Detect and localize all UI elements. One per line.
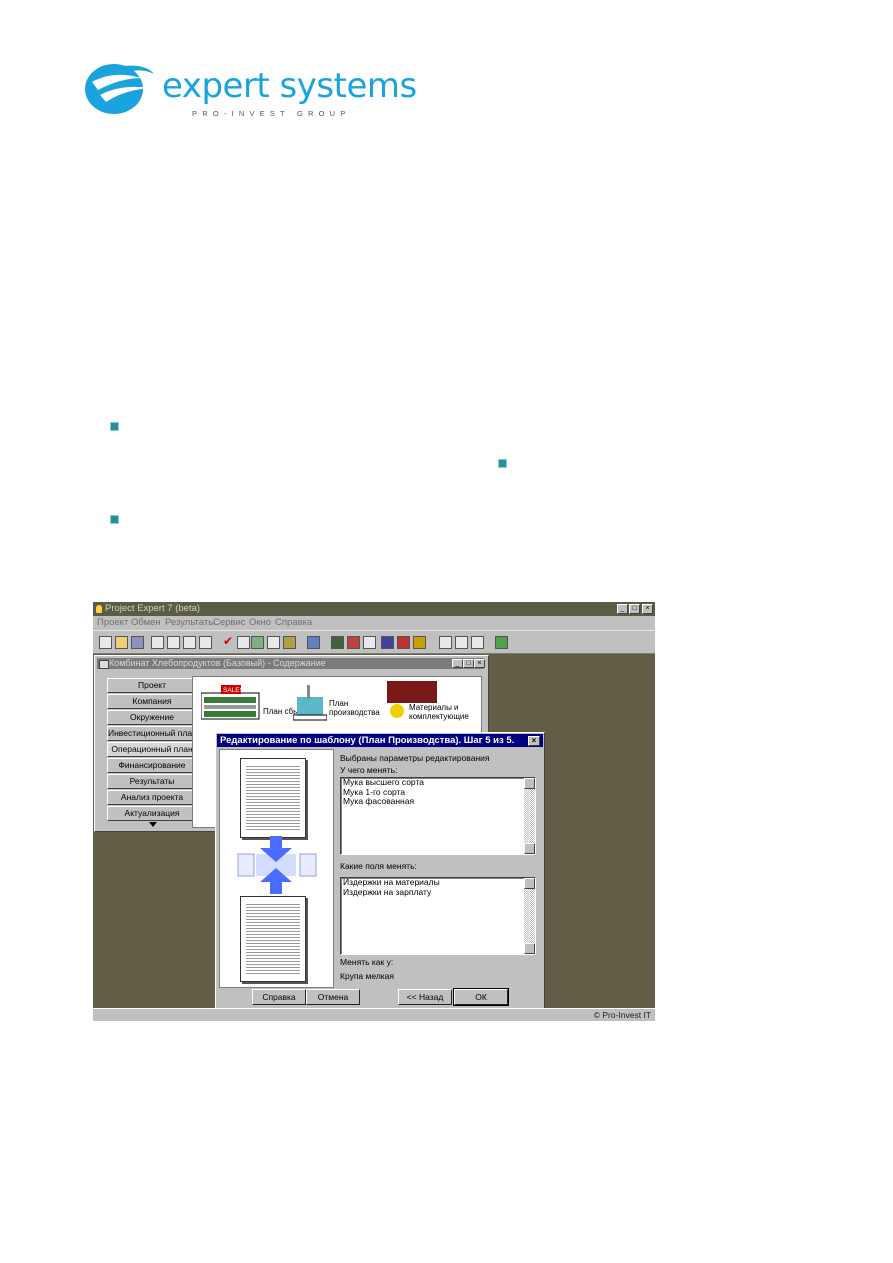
list-item[interactable]: Мука фасованная (341, 796, 535, 807)
export-icon[interactable] (397, 636, 410, 649)
content-window-title: Комбинат Хлебопродуктов (Базовый) - Соде… (109, 658, 326, 668)
print-icon[interactable] (199, 636, 212, 649)
factory-icon[interactable] (293, 683, 327, 721)
edit-icon[interactable] (183, 636, 196, 649)
check-icon[interactable]: ✔ (223, 635, 234, 647)
doc-maximize-button[interactable]: □ (463, 659, 474, 668)
menu-bar: Проект Обмен Результаты Сервис Окно Спра… (93, 616, 655, 630)
menu-exchange[interactable]: Обмен (131, 616, 161, 630)
back-button[interactable]: << Назад (398, 989, 452, 1005)
maximize-button[interactable]: □ (629, 604, 640, 614)
ok-button[interactable]: ОК (453, 988, 509, 1006)
document-icon (99, 660, 109, 669)
link-icon[interactable] (167, 636, 180, 649)
fields-listbox[interactable]: Издержки на материалы Издержки на зарпла… (340, 877, 536, 955)
bar-icon[interactable] (495, 636, 508, 649)
scroll-down-button[interactable] (524, 943, 535, 954)
selected-params-label: Выбраны параметры редактирования (340, 753, 490, 763)
table-icon[interactable] (283, 636, 296, 649)
toolbar: ✔ (93, 630, 655, 654)
dialog-close-button[interactable]: × (528, 736, 540, 746)
nav-financing[interactable]: Финансирование (107, 758, 197, 773)
app-window: Project Expert 7 (beta) _ □ × Проект Обм… (93, 602, 655, 1021)
nav-results[interactable]: Результаты (107, 774, 197, 789)
materials-label: Материалы и комплектующие (409, 703, 469, 721)
items-listbox[interactable]: Мука высшего сорта Мука 1-го сорта Мука … (340, 777, 536, 855)
menu-window[interactable]: Окно (249, 616, 271, 630)
new-file-icon[interactable] (99, 636, 112, 649)
app-bulb-icon (96, 605, 102, 613)
grid-icon[interactable] (439, 636, 452, 649)
dialog-titlebar: Редактирование по шаблону (План Производ… (217, 734, 543, 747)
sales-badge-text: SALES (223, 687, 245, 694)
scroll-down-arrow-icon[interactable] (149, 822, 157, 827)
section-nav: Проект Компания Окружение Инвестиционный… (103, 676, 197, 831)
npv-icon[interactable] (455, 636, 468, 649)
nav-project-analysis[interactable]: Анализ проекта (107, 790, 197, 805)
save-icon[interactable] (131, 636, 144, 649)
production-plan-label: План производства (329, 699, 380, 717)
copy-icon[interactable] (151, 636, 164, 649)
doc-close-button[interactable]: × (474, 659, 485, 668)
bullet-icon (498, 459, 507, 468)
scroll-up-button[interactable] (524, 778, 535, 789)
cancel-button[interactable]: Отмена (306, 989, 360, 1005)
trend-icon[interactable] (413, 636, 426, 649)
report-icon[interactable] (307, 636, 320, 649)
status-copyright: © Pro-Invest IT (593, 1010, 651, 1020)
what-to-change-label: У чего менять: (340, 765, 398, 775)
template-document-icon (240, 758, 306, 838)
menu-service[interactable]: Сервис (213, 616, 246, 630)
bullet-icon (110, 515, 119, 524)
list-item[interactable]: Издержки на зарплату (341, 887, 535, 898)
change-as-value: Крупа мелкая (340, 971, 395, 981)
app-titlebar: Project Expert 7 (beta) _ □ × (93, 602, 655, 616)
help-button[interactable]: Справка (252, 989, 306, 1005)
scroll-down-button[interactable] (524, 843, 535, 854)
open-folder-icon[interactable] (115, 636, 128, 649)
items-scrollbar[interactable] (524, 778, 535, 854)
nav-project[interactable]: Проект (107, 678, 197, 693)
logo-wordmark: expert systems (162, 66, 417, 106)
wizard-illustration (219, 749, 334, 988)
tree-icon[interactable] (267, 636, 280, 649)
which-fields-label: Какие поля менять: (340, 861, 417, 871)
graph-icon[interactable] (347, 636, 360, 649)
menu-results[interactable]: Результаты (165, 616, 215, 630)
list-icon[interactable] (237, 636, 250, 649)
menu-help[interactable]: Справка (275, 616, 312, 630)
nav-investment-plan[interactable]: Инвестиционный план (107, 726, 197, 741)
nav-operational-plan[interactable]: Операционный план (107, 742, 197, 757)
close-button[interactable]: × (642, 604, 653, 614)
nav-environment[interactable]: Окружение (107, 710, 197, 725)
chart-icon[interactable] (251, 636, 264, 649)
calc-icon[interactable] (331, 636, 344, 649)
result-document-icon (240, 896, 306, 982)
logo-tagline: PRO-INVEST GROUP (192, 109, 351, 118)
expert-systems-logo: expert systems PRO-INVEST GROUP (84, 62, 417, 122)
nav-company[interactable]: Компания (107, 694, 197, 709)
content-window-titlebar: Комбинат Хлебопродуктов (Базовый) - Соде… (97, 658, 485, 669)
change-as-label: Менять как у: (340, 957, 394, 967)
fields-scrollbar[interactable] (524, 878, 535, 954)
nav-actualization[interactable]: Актуализация (107, 806, 197, 821)
bike-icon[interactable] (363, 636, 376, 649)
scroll-up-button[interactable] (524, 878, 535, 889)
status-bar: © Pro-Invest IT (93, 1008, 655, 1021)
menu-project[interactable]: Проект (97, 616, 128, 630)
sales-icon[interactable]: SALES (201, 685, 261, 721)
analysis-icon[interactable] (381, 636, 394, 649)
doc-minimize-button[interactable]: _ (452, 659, 463, 668)
bullet-icon (110, 422, 119, 431)
template-edit-dialog: Редактирование по шаблону (План Производ… (215, 732, 545, 1010)
disk-icon[interactable] (471, 636, 484, 649)
minimize-button[interactable]: _ (617, 604, 628, 614)
merge-arrows-icon (237, 836, 317, 894)
logo-swoosh-icon (85, 64, 154, 114)
app-title: Project Expert 7 (beta) (105, 603, 201, 614)
dialog-title: Редактирование по шаблону (План Производ… (220, 735, 515, 746)
